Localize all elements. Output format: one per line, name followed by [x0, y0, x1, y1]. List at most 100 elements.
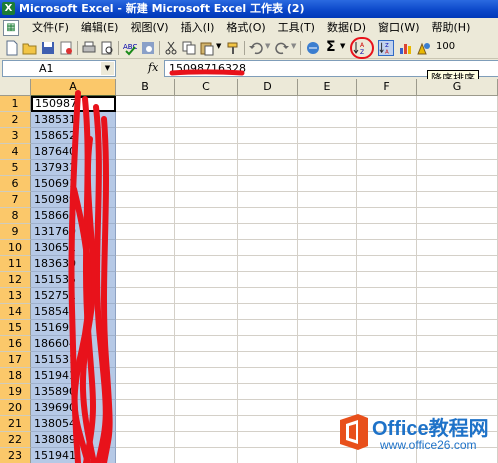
redo-icon[interactable]: [274, 40, 290, 56]
column-header-e[interactable]: E: [298, 79, 357, 96]
cell-a18[interactable]: 151941: [31, 368, 116, 384]
row-header-2[interactable]: 2: [0, 112, 31, 128]
menu-item-8[interactable]: 帮助(H): [426, 18, 477, 38]
row-header-23[interactable]: 23: [0, 448, 31, 463]
row-header-12[interactable]: 12: [0, 272, 31, 288]
excel-app-icon[interactable]: X: [2, 2, 15, 15]
row-header-9[interactable]: 9: [0, 224, 31, 240]
name-box-value: A1: [39, 62, 54, 75]
row-header-18[interactable]: 18: [0, 368, 31, 384]
save-icon[interactable]: [40, 40, 56, 56]
format-painter-icon[interactable]: [225, 40, 241, 56]
menu-item-2[interactable]: 视图(V): [124, 18, 174, 38]
row-header-1[interactable]: 1: [0, 96, 31, 112]
workbook-icon[interactable]: ▦: [3, 20, 19, 36]
svg-text:Z: Z: [385, 43, 389, 49]
cell-a7[interactable]: 150989: [31, 192, 116, 208]
row-header-15[interactable]: 15: [0, 320, 31, 336]
row-header-13[interactable]: 13: [0, 288, 31, 304]
menu-item-7[interactable]: 窗口(W): [372, 18, 425, 38]
cell-a13[interactable]: 152751: [31, 288, 116, 304]
title-bar: X Microsoft Excel - 新建 Microsoft Excel 工…: [0, 0, 498, 18]
row-header-20[interactable]: 20: [0, 400, 31, 416]
sort-descending-icon[interactable]: ZA: [378, 40, 394, 56]
cell-a23[interactable]: 151941: [31, 448, 116, 463]
column-header-g[interactable]: G: [417, 79, 498, 96]
cell-a12[interactable]: 151535: [31, 272, 116, 288]
standard-toolbar: ABC ▼ ▼ ▼ Σ ▼ AZ ZA 100: [0, 37, 498, 59]
cell-a1[interactable]: 150987: [31, 96, 116, 112]
row-header-4[interactable]: 4: [0, 144, 31, 160]
cell-a4[interactable]: 187640: [31, 144, 116, 160]
select-all-corner[interactable]: [0, 79, 31, 96]
cell-a22[interactable]: 138089: [31, 432, 116, 448]
cut-icon[interactable]: [163, 40, 179, 56]
copy-icon[interactable]: [181, 40, 197, 56]
undo-dropdown-icon[interactable]: ▼: [265, 42, 270, 50]
watermark-title: Office教程网: [372, 418, 489, 440]
row-header-7[interactable]: 7: [0, 192, 31, 208]
formula-value: 15098716328: [169, 62, 246, 75]
cell-a14[interactable]: 158541: [31, 304, 116, 320]
worksheet-grid[interactable]: ABCDEFG 1 150987 2 138531 3 158652 4 187640 5 137…: [0, 79, 498, 463]
new-file-icon[interactable]: [4, 40, 20, 56]
zoom-value[interactable]: 100: [436, 41, 455, 52]
row-header-3[interactable]: 3: [0, 128, 31, 144]
cell-a16[interactable]: 186604: [31, 336, 116, 352]
row-header-19[interactable]: 19: [0, 384, 31, 400]
name-box[interactable]: A1 ▼: [2, 60, 116, 77]
research-icon[interactable]: [140, 40, 156, 56]
open-folder-icon[interactable]: [22, 40, 38, 56]
column-header-c[interactable]: C: [175, 79, 238, 96]
row-header-6[interactable]: 6: [0, 176, 31, 192]
print-preview-icon[interactable]: [99, 40, 115, 56]
permission-icon[interactable]: [58, 40, 74, 56]
menu-item-0[interactable]: 文件(F): [26, 18, 75, 38]
chart-wizard-icon[interactable]: [398, 40, 414, 56]
cell-a19[interactable]: 135890: [31, 384, 116, 400]
redo-dropdown-icon[interactable]: ▼: [291, 42, 296, 50]
autosum-icon[interactable]: Σ: [326, 39, 336, 55]
drawing-icon[interactable]: [416, 40, 432, 56]
row-header-22[interactable]: 22: [0, 432, 31, 448]
menu-item-6[interactable]: 数据(D): [321, 18, 372, 38]
insert-function-icon[interactable]: fx: [148, 61, 158, 74]
menu-item-1[interactable]: 编辑(E): [75, 18, 125, 38]
row-header-14[interactable]: 14: [0, 304, 31, 320]
cell-a2[interactable]: 138531: [31, 112, 116, 128]
row-header-17[interactable]: 17: [0, 352, 31, 368]
paste-dropdown-icon[interactable]: ▼: [216, 42, 221, 50]
spelling-icon[interactable]: ABC: [122, 40, 138, 56]
column-header-f[interactable]: F: [357, 79, 417, 96]
row-header-11[interactable]: 11: [0, 256, 31, 272]
row-header-10[interactable]: 10: [0, 240, 31, 256]
cell-a15[interactable]: 151693: [31, 320, 116, 336]
autosum-dropdown-icon[interactable]: ▼: [340, 42, 345, 50]
menu-item-5[interactable]: 工具(T): [272, 18, 321, 38]
row-header-8[interactable]: 8: [0, 208, 31, 224]
menu-item-3[interactable]: 插入(I): [175, 18, 221, 38]
menu-item-4[interactable]: 格式(O): [220, 18, 271, 38]
cell-a11[interactable]: 183630: [31, 256, 116, 272]
cell-a9[interactable]: 131769: [31, 224, 116, 240]
cell-a20[interactable]: 139690: [31, 400, 116, 416]
cell-a6[interactable]: 150691: [31, 176, 116, 192]
print-icon[interactable]: [81, 40, 97, 56]
cell-a8[interactable]: 158669: [31, 208, 116, 224]
column-header-d[interactable]: D: [238, 79, 298, 96]
cell-a3[interactable]: 158652: [31, 128, 116, 144]
hyperlink-icon[interactable]: [305, 40, 321, 56]
row-header-21[interactable]: 21: [0, 416, 31, 432]
name-box-dropdown-icon[interactable]: ▼: [101, 62, 114, 75]
column-header-b[interactable]: B: [116, 79, 175, 96]
cell-a17[interactable]: 151531: [31, 352, 116, 368]
column-header-a[interactable]: A: [31, 79, 116, 96]
cell-a5[interactable]: 137931: [31, 160, 116, 176]
paste-icon[interactable]: [199, 40, 215, 56]
row-header-16[interactable]: 16: [0, 336, 31, 352]
undo-icon[interactable]: [248, 40, 264, 56]
row-header-5[interactable]: 5: [0, 160, 31, 176]
cell-a21[interactable]: 138054: [31, 416, 116, 432]
cell-a10[interactable]: 130651: [31, 240, 116, 256]
menu-bar: ▦ 文件(F) 编辑(E) 视图(V) 插入(I) 格式(O) 工具(T) 数据(D) 窗口(…: [0, 18, 498, 39]
